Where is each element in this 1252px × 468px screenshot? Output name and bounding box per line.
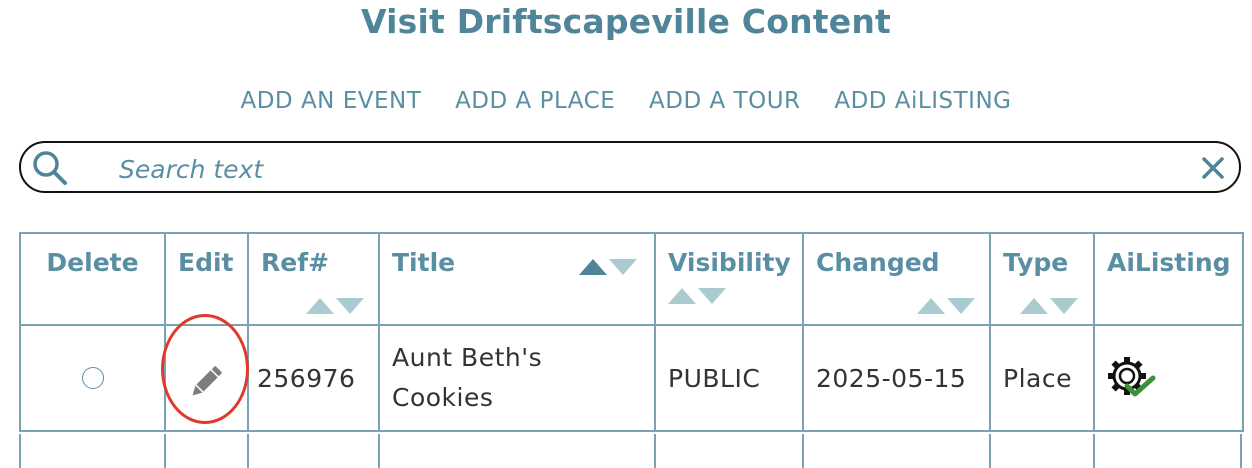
pencil-edit-icon[interactable] <box>186 362 226 402</box>
add-tour-link[interactable]: ADD A TOUR <box>649 88 800 114</box>
page-title: Visit Driftscapeville Content <box>361 2 891 41</box>
sort-descending-icon[interactable] <box>947 298 975 314</box>
sort-type-arrows[interactable] <box>1020 298 1078 316</box>
add-event-link[interactable]: ADD AN EVENT <box>240 88 421 114</box>
sort-ascending-icon[interactable] <box>917 298 945 314</box>
column-header-ailisting: AiListing <box>1093 232 1244 326</box>
edit-cell <box>161 314 249 432</box>
visibility-cell: PUBLIC <box>654 324 804 432</box>
next-row-partial <box>19 434 1242 468</box>
column-header-edit: Edit <box>164 232 249 326</box>
sort-descending-icon[interactable] <box>698 288 726 304</box>
sort-visibility-arrows[interactable] <box>668 288 726 306</box>
sort-descending-icon[interactable] <box>1050 298 1078 314</box>
gear-check-icon[interactable] <box>1107 356 1157 400</box>
search-input[interactable] <box>117 151 1161 187</box>
sort-ascending-icon[interactable] <box>306 298 334 314</box>
delete-radio[interactable] <box>81 367 104 389</box>
title-cell[interactable]: Aunt Beth's Cookies <box>378 324 656 432</box>
sort-ascending-icon[interactable] <box>1020 298 1048 314</box>
sort-changed-arrows[interactable] <box>917 298 975 316</box>
clear-search-icon[interactable] <box>1201 156 1225 180</box>
changed-cell: 2025-05-15 <box>802 324 991 432</box>
search-icon[interactable] <box>31 149 69 187</box>
action-links: ADD AN EVENT ADD A PLACE ADD A TOUR ADD … <box>0 88 1252 114</box>
title-line-1: Aunt Beth's <box>392 343 543 372</box>
add-place-link[interactable]: ADD A PLACE <box>455 88 615 114</box>
sort-descending-icon[interactable] <box>609 259 637 275</box>
ailisting-cell <box>1093 324 1244 432</box>
sort-title-arrows[interactable] <box>579 259 637 277</box>
table-row: 256976 Aunt Beth's Cookies PUBLIC 2025-0… <box>19 314 1244 432</box>
sort-ref-arrows[interactable] <box>306 298 364 316</box>
ref-cell: 256976 <box>247 324 380 432</box>
type-cell: Place <box>989 324 1095 432</box>
title-line-2: Cookies <box>392 383 494 412</box>
sort-ascending-icon[interactable] <box>668 288 696 304</box>
sort-descending-icon[interactable] <box>336 298 364 314</box>
content-table: Delete Edit Ref# Title Visibility Change… <box>19 232 1244 432</box>
column-header-delete: Delete <box>19 232 166 326</box>
add-ailisting-link[interactable]: ADD AiLISTING <box>834 88 1011 114</box>
table-header-row: Delete Edit Ref# Title Visibility Change… <box>19 232 1244 326</box>
column-header-title[interactable]: Title <box>378 232 656 326</box>
delete-cell <box>19 324 166 432</box>
column-header-visibility[interactable]: Visibility <box>654 232 804 326</box>
column-header-changed[interactable]: Changed <box>802 232 991 326</box>
column-header-type[interactable]: Type <box>989 232 1095 326</box>
sort-ascending-active-icon[interactable] <box>579 259 607 275</box>
search-bar <box>19 141 1241 193</box>
column-header-ref[interactable]: Ref# <box>247 232 380 326</box>
